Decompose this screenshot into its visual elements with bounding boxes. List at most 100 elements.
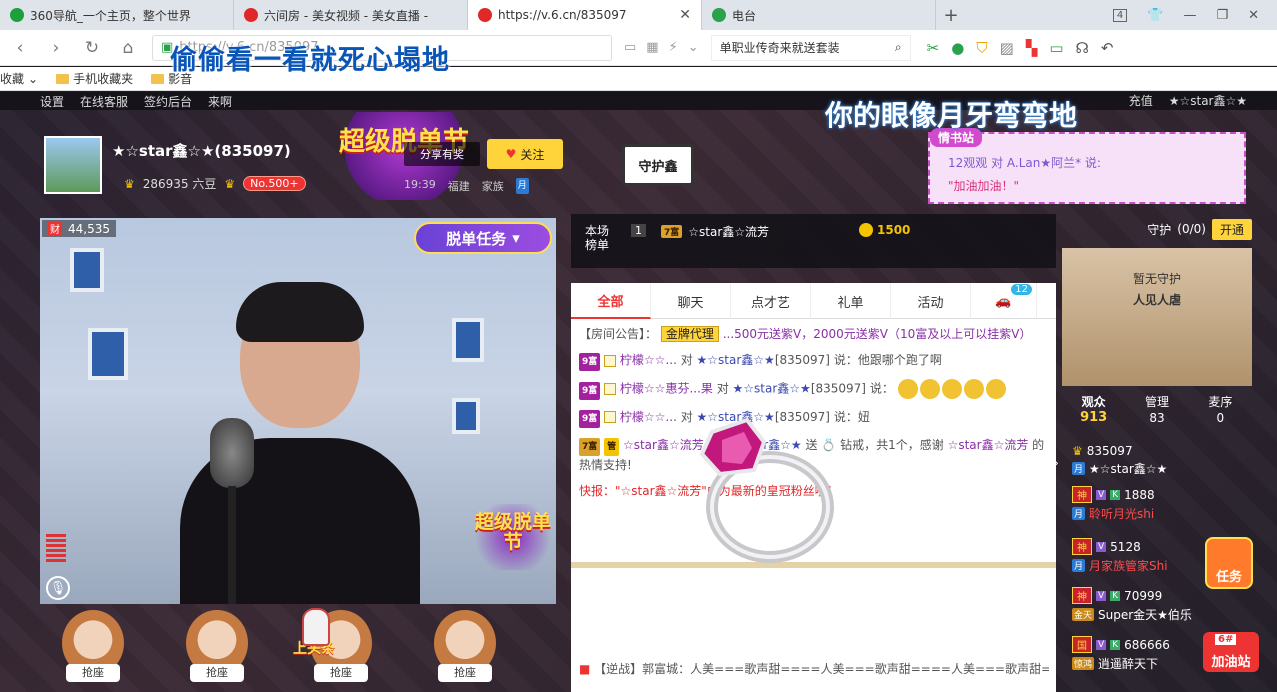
rank-user[interactable]: 7富 ☆star鑫☆流芳 [661,223,769,240]
translate-icon[interactable]: ● [951,39,964,57]
singles-task-button[interactable]: 脱单任务 ▾ [414,222,552,254]
streamer-hair [236,282,364,342]
settings-link[interactable]: 设置 [40,93,64,110]
chevron-right-icon[interactable]: › [1054,456,1059,470]
grid-icon[interactable]: ▦ [646,40,658,55]
new-tab-button[interactable]: + [936,0,966,30]
list-item[interactable]: 神 V K 1888 月聆听月光shi [1072,486,1252,522]
come-link[interactable]: 来啊 [208,93,232,110]
tab-all[interactable]: 全部 [571,283,651,319]
notice-text: ...500元送紫V，2000元送紫V（10富及以上可以挂紫V） [722,327,1032,341]
sender-name[interactable]: 柠檬☆☆... [620,410,677,424]
agent-tag[interactable]: 金牌代理 [660,326,719,342]
microphone-icon[interactable]: 🎙 [46,576,70,600]
open-guard-button[interactable]: 开通 [1211,218,1252,240]
fav-label: 收藏 [0,72,25,86]
fav-item-collect[interactable]: 收藏 ⌄ [0,70,38,87]
headline-rocket-button[interactable]: 上头条 [276,606,352,692]
count-queue[interactable]: 麦序 0 [1189,394,1252,432]
gift-item: 钻戒，共1个，感谢 [840,437,944,452]
oil-station-button[interactable]: 6# 加油站 [1203,632,1259,672]
tab-car[interactable]: 🚗 12 [971,283,1037,319]
live-room-page: 设置 在线客服 签约后台 来啊 充值 ★☆star鑫☆★ 你的眼像月牙弯弯地 ★… [0,92,1277,692]
reload-icon[interactable]: ↻ [80,38,104,58]
undo-icon[interactable]: ↶ [1101,39,1114,57]
scissors-icon[interactable]: ✂ [927,39,940,57]
family-badge[interactable]: 月 [515,178,529,194]
headphone-icon[interactable]: ☊ [1076,39,1089,57]
browser-tab-1[interactable]: 360导航_一个主页，整个世界 [0,0,234,30]
thanks-user[interactable]: ☆star鑫☆流芳 [948,438,1029,452]
count-value: 0 [1216,411,1225,425]
count-audience[interactable]: 观众 913 [1062,394,1125,432]
task-float-button[interactable]: 任务 [1205,537,1253,589]
minimize-icon[interactable]: — [1183,8,1196,23]
search-input[interactable]: 单职业传奇来就送套装 ⌕ [710,34,911,61]
rank-title[interactable]: 本场榜单 [585,224,615,252]
receiver-name[interactable]: ★☆star鑫☆★ [733,382,811,396]
image-icon[interactable]: ▨ [1000,39,1014,57]
guard-sign[interactable]: 守护鑫 [622,144,694,186]
live-video[interactable]: 财 44,535 脱单任务 ▾ 超级脱单节 🎙 [40,218,556,604]
chat-input-area[interactable]: ■ 【逆战】郭富城：人美===歌声甜====人美===歌声甜====人美===歌… [571,568,1056,692]
anchor-avatar[interactable] [44,136,102,194]
close-window-icon[interactable]: ✕ [1248,8,1259,23]
sender-name[interactable]: 柠檬☆☆... [620,353,677,367]
restore-icon[interactable]: ❐ [1216,8,1228,23]
follow-button[interactable]: ♥ 关注 [487,139,563,169]
browser-tab-3[interactable]: https://v.6.cn/835097 ✕ [468,0,702,30]
tab-talent[interactable]: 点才艺 [731,283,811,319]
news-icon: ■ [579,662,591,676]
seat[interactable]: 抢座 [180,606,252,692]
shield-icon[interactable]: ⛉ [976,39,987,57]
seat[interactable]: 抢座 [56,606,128,692]
grab-seat-label: 抢座 [190,664,244,682]
browser-tab-2[interactable]: 六间房 - 美女视频 - 美女直播 - [234,0,468,30]
back-icon[interactable]: ‹ [8,38,32,58]
lightning-icon[interactable]: ⚡ [669,40,678,55]
forward-icon[interactable]: › [44,38,68,58]
wall-picture [452,318,484,362]
contract-link[interactable]: 签约后台 [144,93,192,110]
seat[interactable]: 抢座 [428,606,500,692]
count-label: 观众 [1081,395,1106,409]
screen-icon[interactable]: ▭ [624,40,636,55]
receiver-name[interactable]: ★☆star鑫☆★ [697,353,775,367]
browser-tab-4[interactable]: 电台 [702,0,936,30]
audience-id: 5128 [1110,539,1141,554]
count-admins[interactable]: 管理 83 [1125,394,1188,432]
thinking-emoji-icon [897,379,918,399]
list-item[interactable]: ♛ 835097 月 ★☆star鑫☆★ [1072,444,1252,480]
tab-activity[interactable]: 活动 [891,283,971,319]
tab-gift-list[interactable]: 礼单 [811,283,891,319]
audience-name: 聆听月光shi [1089,507,1155,521]
search-icon[interactable]: ⌕ [895,40,902,55]
chevron-down-icon[interactable]: ⌄ [688,40,699,55]
sender-name[interactable]: 柠檬☆☆惠芬...果 [620,382,713,396]
fav-item-mobile[interactable]: 手机收藏夹 [56,70,133,87]
audience-line: 神 V K 1888 [1072,486,1252,503]
battery-icon[interactable]: ▭ [1049,39,1063,57]
home-icon[interactable]: ⌂ [116,38,140,58]
audience-line: 神 V K 70999 [1072,587,1252,604]
login-user[interactable]: ★☆star鑫☆★ [1169,92,1247,109]
rocket-label: 上头条 [293,641,335,657]
tab-count[interactable]: 4 [1112,8,1128,22]
recharge-link[interactable]: 充值 [1129,92,1153,109]
search-value: 单职业传奇来就送套装 [719,41,840,55]
share-button[interactable]: 分享有奖 [404,142,480,166]
god-badge-icon: 神 [1072,486,1092,503]
location: 福建 [447,180,470,193]
service-link[interactable]: 在线客服 [80,93,128,110]
wall-picture [452,398,480,434]
folder-icon [151,73,165,84]
rank-badge[interactable]: No.500+ [243,176,306,191]
user-badge-icon [604,411,617,423]
apps-icon[interactable]: ▚ [1026,39,1038,57]
wealth-level-badge: 9富 [579,353,601,371]
shirt-icon[interactable]: 👕 [1147,8,1163,23]
user-badge-icon [604,383,617,395]
tab-chat[interactable]: 聊天 [651,283,731,319]
list-item[interactable]: 神 V K 70999 金天 Super金天★伯乐 [1072,587,1252,623]
close-tab-icon[interactable]: ✕ [679,7,691,23]
